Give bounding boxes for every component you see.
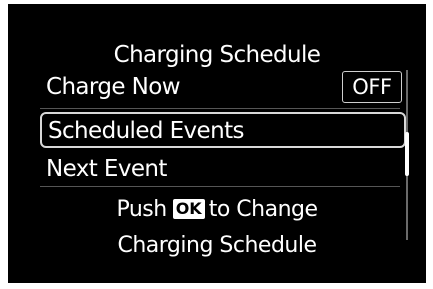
charge-now-toggle[interactable]: OFF xyxy=(342,71,402,103)
menu-item-scheduled-events[interactable]: Scheduled Events xyxy=(40,112,406,148)
divider xyxy=(40,186,400,187)
menu-item-next-event[interactable]: Next Event xyxy=(40,152,406,186)
next-event-label: Next Event xyxy=(46,156,167,182)
menu-item-charge-now[interactable]: Charge Now OFF xyxy=(40,70,406,104)
help-text-line-1: Push OK to Change xyxy=(8,195,426,225)
ok-button-icon: OK xyxy=(172,199,205,219)
divider xyxy=(40,108,400,109)
camera-menu-screen: Charging Schedule Charge Now OFF Schedul… xyxy=(8,4,426,283)
help-text-line-2: Charging Schedule xyxy=(117,233,317,258)
help-to-change-text: to Change xyxy=(208,197,318,222)
scheduled-events-label: Scheduled Events xyxy=(48,118,244,144)
help-push-text: Push xyxy=(116,197,167,222)
charge-now-label: Charge Now xyxy=(46,74,181,100)
scrollbar-thumb[interactable] xyxy=(405,132,409,176)
menu-title: Charging Schedule xyxy=(113,42,321,68)
